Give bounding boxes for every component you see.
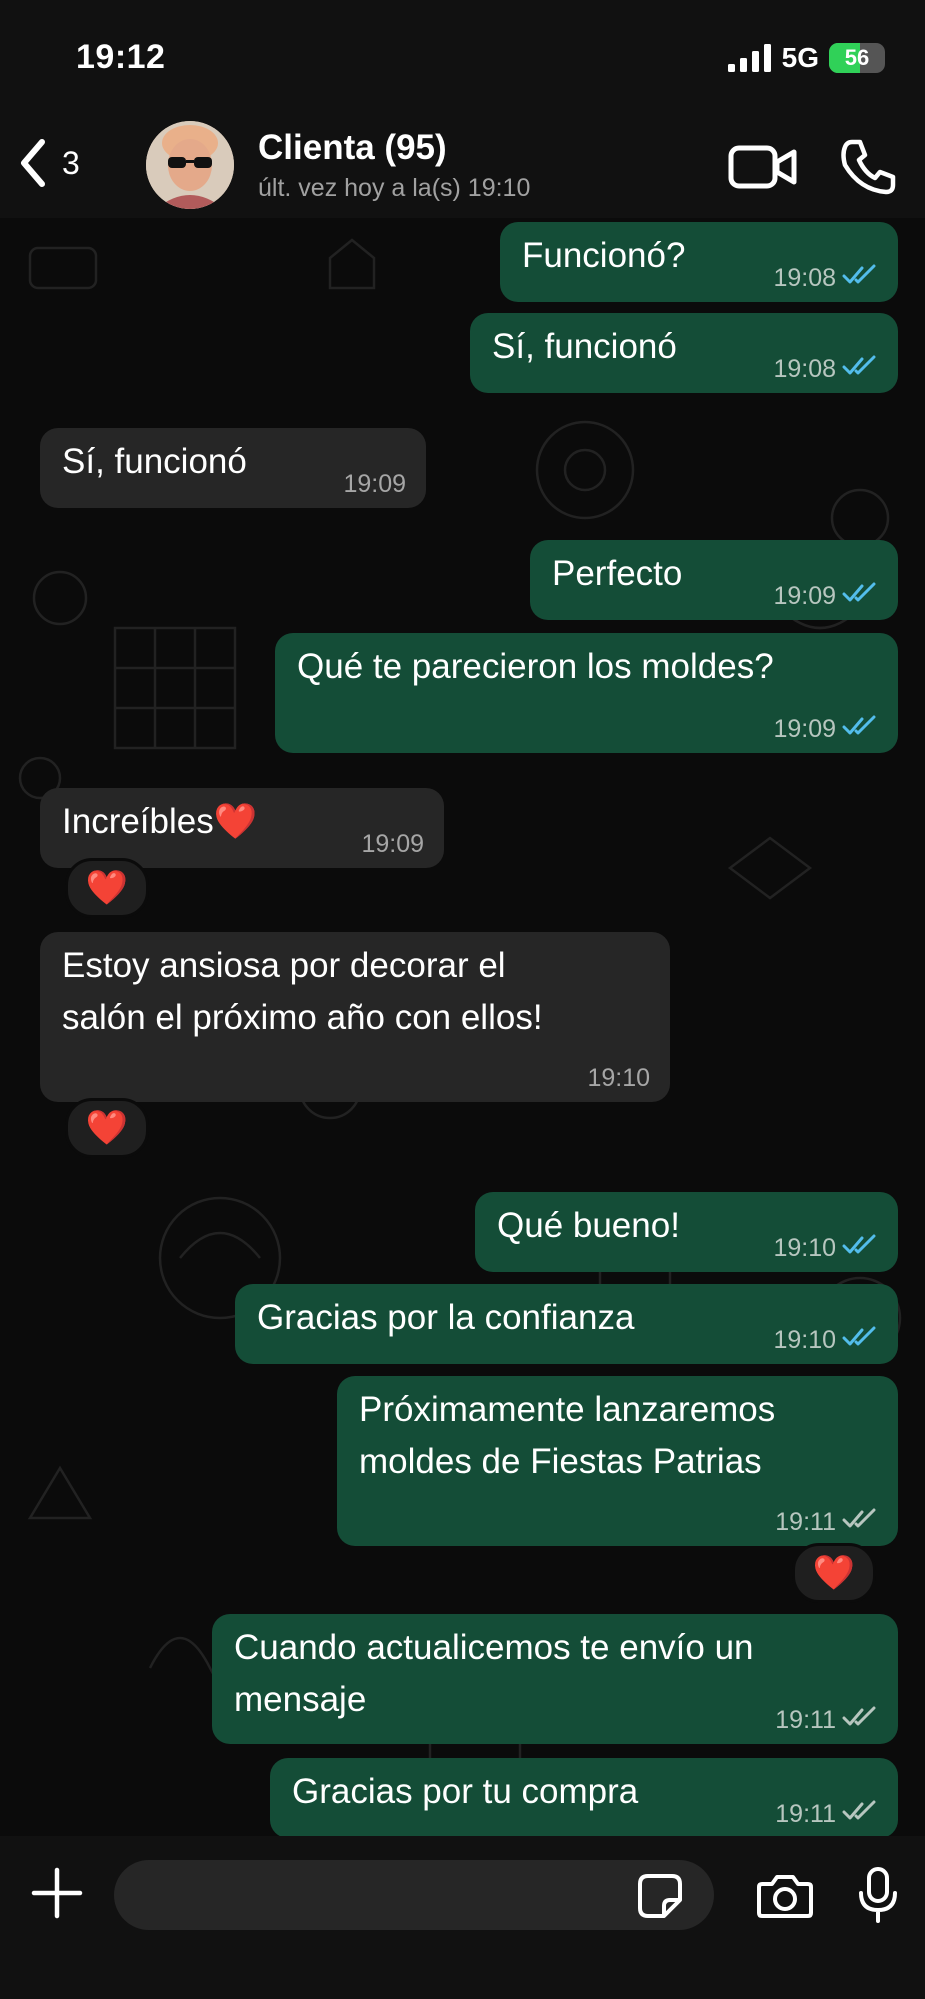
outgoing-message[interactable]: Qué bueno! 19:10 <box>475 1192 898 1272</box>
message-meta: 19:10 <box>587 1064 650 1092</box>
read-receipt-icon <box>842 1234 878 1262</box>
heart-reaction[interactable]: ❤️ <box>792 1543 876 1603</box>
unread-count: 3 <box>62 144 80 181</box>
message-time: 19:10 <box>773 1326 836 1354</box>
microphone-icon <box>859 1867 897 1923</box>
attach-button[interactable] <box>30 1866 84 1925</box>
message-meta: 19:08 <box>773 264 878 292</box>
outgoing-message[interactable]: Próximamente lanzaremos moldes de Fiesta… <box>337 1376 898 1546</box>
camera-button[interactable] <box>756 1872 814 1925</box>
contact-name[interactable]: Clienta (95) <box>258 128 447 168</box>
message-text: Gracias por la confianza <box>257 1298 635 1337</box>
message-text: Perfecto <box>552 554 683 593</box>
double-check-icon <box>842 582 876 602</box>
incoming-message[interactable]: Estoy ansiosa por decorar el salón el pr… <box>40 932 670 1102</box>
message-time: 19:10 <box>587 1064 650 1092</box>
read-receipt-icon <box>842 582 878 610</box>
message-meta: 19:11 <box>775 1508 878 1536</box>
double-check-icon <box>842 264 876 284</box>
message-meta: 19:08 <box>773 355 878 383</box>
double-check-icon <box>842 355 876 375</box>
contact-avatar[interactable] <box>146 121 234 209</box>
double-check-icon <box>842 1508 876 1528</box>
message-text: Próximamente lanzaremos moldes de Fiesta… <box>359 1390 776 1481</box>
chat-area[interactable]: Funcionó? 19:08 Sí, funcionó 19:08 Sí, funci… <box>0 218 925 1836</box>
heart-reaction[interactable]: ❤️ <box>65 858 149 918</box>
status-icons: 5G 56 <box>727 40 885 76</box>
message-meta: 19:09 <box>343 470 406 498</box>
message-meta: 19:10 <box>773 1234 878 1262</box>
message-time: 19:11 <box>775 1706 836 1734</box>
sticker-icon <box>638 1874 682 1918</box>
delivered-receipt-icon <box>842 1706 878 1734</box>
message-composer <box>0 1836 925 1999</box>
avatar-image <box>146 121 234 209</box>
message-text: Estoy ansiosa por decorar el salón el pr… <box>62 946 543 1037</box>
delivered-receipt-icon <box>842 1800 878 1828</box>
battery-percentage: 56 <box>844 45 870 70</box>
battery-icon: 56 <box>829 43 885 73</box>
message-time: 19:09 <box>773 715 836 743</box>
last-seen: últ. vez hoy a la(s) 19:10 <box>258 174 531 202</box>
double-check-icon <box>842 1326 876 1346</box>
voice-message-button[interactable] <box>856 1866 900 1929</box>
back-button[interactable]: 3 <box>18 138 80 188</box>
video-call-button[interactable] <box>728 142 798 197</box>
message-meta: 19:09 <box>361 830 424 858</box>
message-text: Increíbles❤️ <box>62 802 258 841</box>
message-input[interactable] <box>114 1860 714 1930</box>
outgoing-message[interactable]: Gracias por tu compra 19:11 <box>270 1758 898 1836</box>
message-text: Gracias por tu compra <box>292 1772 639 1811</box>
chat-header: 3 Clienta (95) últ. vez hoy a la(s) 19:1… <box>0 118 925 218</box>
message-text: Qué bueno! <box>497 1206 680 1245</box>
message-meta: 19:09 <box>773 582 878 610</box>
double-check-icon <box>842 1800 876 1820</box>
video-call-icon <box>728 145 797 189</box>
message-time: 19:09 <box>361 830 424 858</box>
incoming-message[interactable]: Increíbles❤️ 19:09 <box>40 788 444 868</box>
outgoing-message[interactable]: Sí, funcionó 19:08 <box>470 313 898 393</box>
message-text: Funcionó? <box>522 236 686 275</box>
read-receipt-icon <box>842 715 878 743</box>
outgoing-message[interactable]: Gracias por la confianza 19:10 <box>235 1284 898 1364</box>
message-text: Sí, funcionó <box>492 327 677 366</box>
sticker-button[interactable] <box>636 1872 684 1925</box>
heart-reaction[interactable]: ❤️ <box>65 1098 149 1158</box>
phone-icon <box>841 139 896 195</box>
outgoing-message[interactable]: Funcionó? 19:08 <box>500 222 898 302</box>
delivered-receipt-icon <box>842 1508 878 1536</box>
signal-icon <box>727 44 771 72</box>
outgoing-message[interactable]: Qué te parecieron los moldes? 19:09 <box>275 633 898 753</box>
double-check-icon <box>842 1234 876 1254</box>
message-time: 19:11 <box>775 1800 836 1828</box>
message-time: 19:08 <box>773 264 836 292</box>
status-bar: 19:12 5G 56 <box>0 0 925 118</box>
double-check-icon <box>842 1706 876 1726</box>
plus-icon <box>31 1867 83 1919</box>
status-time: 19:12 <box>76 38 166 76</box>
read-receipt-icon <box>842 1326 878 1354</box>
message-meta: 19:11 <box>775 1800 878 1828</box>
message-time: 19:09 <box>343 470 406 498</box>
chevron-left-icon <box>21 139 45 187</box>
read-receipt-icon <box>842 264 878 292</box>
message-meta: 19:10 <box>773 1326 878 1354</box>
message-time: 19:09 <box>773 582 836 610</box>
message-meta: 19:11 <box>775 1706 878 1734</box>
message-text: Sí, funcionó <box>62 442 247 481</box>
message-meta: 19:09 <box>773 715 878 743</box>
message-time: 19:10 <box>773 1234 836 1262</box>
network-type: 5G <box>781 42 819 73</box>
outgoing-message[interactable]: Cuando actualicemos te envío un mensaje 1… <box>212 1614 898 1744</box>
incoming-message[interactable]: Sí, funcionó 19:09 <box>40 428 426 508</box>
double-check-icon <box>842 715 876 735</box>
message-time: 19:08 <box>773 355 836 383</box>
message-text: Qué te parecieron los moldes? <box>297 647 774 686</box>
camera-icon <box>757 1875 813 1918</box>
outgoing-message[interactable]: Perfecto 19:09 <box>530 540 898 620</box>
message-time: 19:11 <box>775 1508 836 1536</box>
voice-call-button[interactable] <box>838 138 896 201</box>
read-receipt-icon <box>842 355 878 383</box>
